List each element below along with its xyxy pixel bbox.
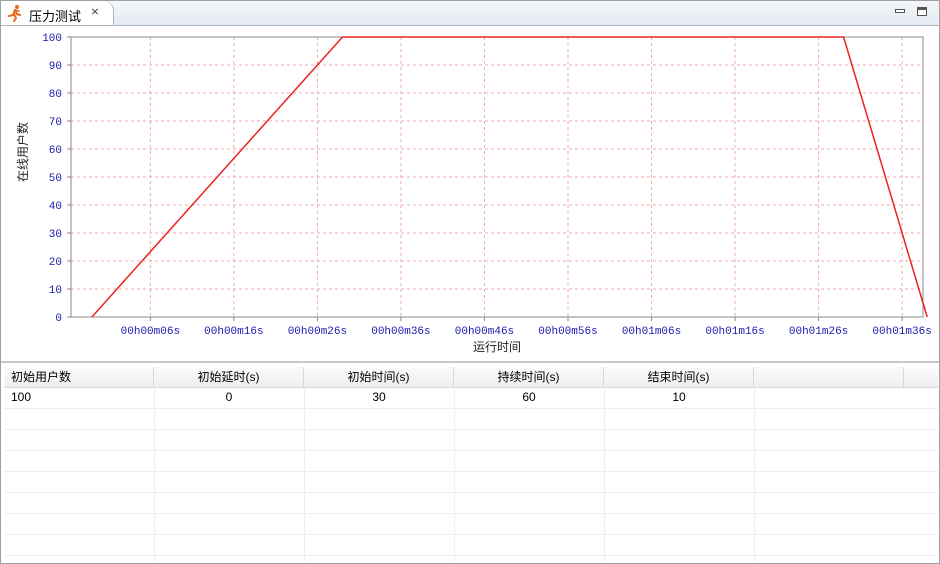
y-tick-label: 80 [49, 89, 62, 101]
tab-title: 压力测试 [29, 9, 82, 24]
chart-svg: 0 10 20 30 40 50 60 70 80 90 100 00h00m06s 00h00m16s… [15, 33, 932, 354]
x-tick-label: 00h01m36s [872, 326, 931, 338]
x-axis-label: 运行时间 [473, 340, 521, 354]
column-header[interactable]: 初始延时(s) [154, 367, 304, 387]
y-tick-label: 90 [49, 61, 62, 73]
online-users-chart: 0 10 20 30 40 50 60 70 80 90 100 00h00m06s 00h00m16s… [1, 26, 939, 359]
column-divider [604, 387, 605, 561]
table-cell[interactable]: 30 [304, 387, 454, 408]
y-axis-label: 在线用户数 [15, 122, 30, 182]
empty-row [4, 429, 938, 451]
x-tick-label: 00h00m06s [121, 326, 180, 338]
table-cell[interactable] [754, 387, 904, 408]
y-tick-label: 30 [49, 229, 62, 241]
column-header[interactable]: 持续时间(s) [454, 367, 604, 387]
x-tick-label: 00h00m36s [371, 326, 430, 338]
table-cell[interactable]: 0 [154, 387, 304, 408]
empty-row [4, 408, 938, 430]
table-cell[interactable]: 100 [4, 387, 154, 408]
x-tick-label: 00h00m46s [455, 326, 514, 338]
stress-test-view: 压力测试 ⨯ 0 10 20 30 40 50 60 70 80 90 100 00h00m06s 00… [0, 0, 940, 564]
table-cell[interactable]: 60 [454, 387, 604, 408]
table-row[interactable]: 100 0 30 60 10 [4, 387, 938, 409]
close-icon[interactable]: ⨯ [89, 6, 101, 18]
column-divider [304, 387, 305, 561]
y-tick-label: 60 [49, 145, 62, 157]
load-params-table: 初始用户数 初始延时(s) 初始时间(s) 持续时间(s) 结束时间(s) 100 0 30… [4, 367, 938, 561]
tab-stress-test[interactable]: 压力测试 ⨯ [1, 1, 114, 25]
y-tick-label: 40 [49, 201, 62, 213]
y-tick-label: 10 [49, 285, 62, 297]
column-divider [454, 387, 455, 561]
empty-row [4, 492, 938, 514]
y-tick-label: 100 [42, 33, 62, 45]
empty-row [4, 471, 938, 493]
maximize-icon[interactable] [916, 6, 928, 17]
empty-row [4, 534, 938, 556]
running-man-icon [8, 5, 21, 22]
column-header[interactable]: 初始用户数 [4, 367, 154, 387]
minimize-icon[interactable] [894, 6, 906, 17]
empty-row [4, 555, 938, 561]
x-tick-label: 00h01m16s [705, 326, 764, 338]
y-tick-label: 0 [55, 313, 62, 325]
x-tick-label: 00h00m26s [288, 326, 347, 338]
x-tick-label: 00h00m56s [538, 326, 597, 338]
tab-strip: 压力测试 ⨯ [1, 1, 939, 26]
table-header: 初始用户数 初始延时(s) 初始时间(s) 持续时间(s) 结束时间(s) [4, 367, 938, 388]
column-divider [154, 387, 155, 561]
x-tick-label: 00h01m06s [622, 326, 681, 338]
column-header[interactable]: 结束时间(s) [604, 367, 754, 387]
y-tick-label: 50 [49, 173, 62, 185]
x-tick-label: 00h01m26s [789, 326, 848, 338]
table-cell[interactable]: 10 [604, 387, 754, 408]
column-divider [754, 387, 755, 561]
y-tick-label: 70 [49, 117, 62, 129]
x-tick-label: 00h00m16s [204, 326, 263, 338]
empty-row [4, 513, 938, 535]
empty-row [4, 450, 938, 472]
y-tick-label: 20 [49, 257, 62, 269]
splitter[interactable] [1, 361, 939, 363]
column-header[interactable]: 初始时间(s) [304, 367, 454, 387]
column-header[interactable] [754, 367, 904, 387]
